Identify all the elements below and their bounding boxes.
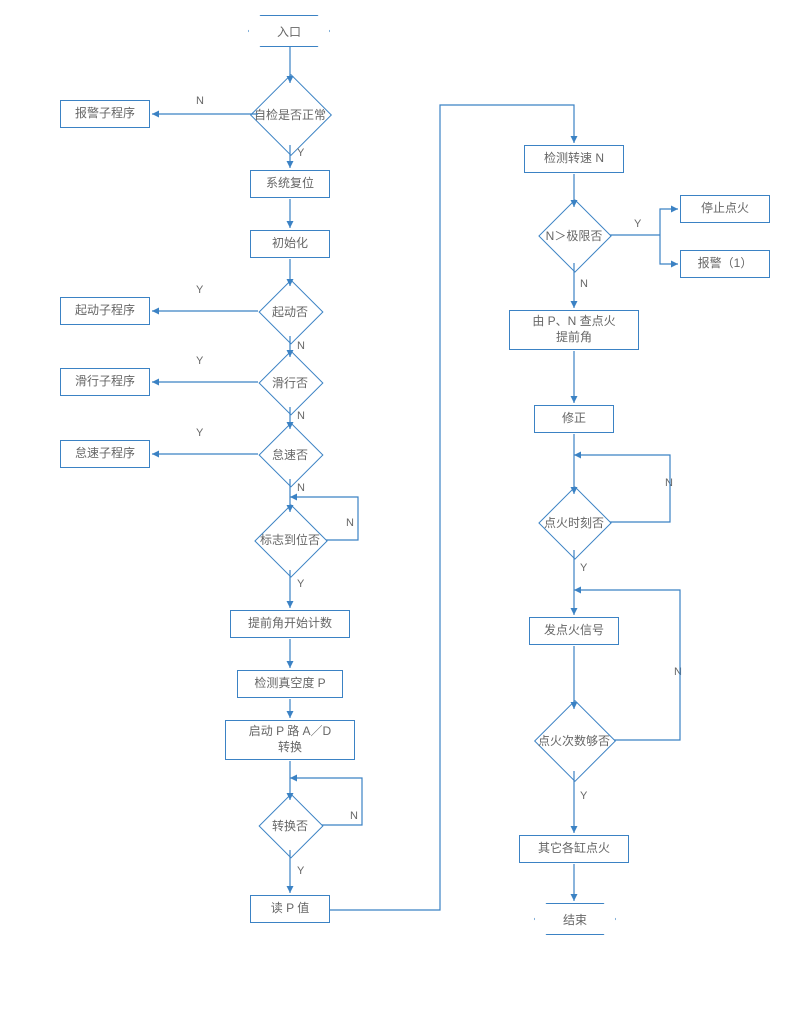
- slide-sub-label: 滑行子程序: [75, 374, 135, 390]
- diamond-idle: [258, 422, 323, 487]
- diamond-flag: [254, 504, 328, 578]
- flowchart-canvas: 入口 报警子程序 自检是否正常 系统复位 初始化 起动子程序 起动否 滑行子程序…: [0, 0, 800, 1034]
- box-system-reset: 系统复位: [250, 170, 330, 198]
- entry-label: 入口: [277, 23, 301, 40]
- box-init: 初始化: [250, 230, 330, 258]
- correction-label: 修正: [562, 411, 586, 427]
- diamond-slide: [258, 350, 323, 415]
- label-y-igntime: Y: [580, 562, 587, 574]
- box-start-sub: 起动子程序: [60, 297, 150, 325]
- diamond-ignition-time: [538, 486, 612, 560]
- box-stop-ignition: 停止点火: [680, 195, 770, 223]
- system-reset-label: 系统复位: [266, 176, 314, 192]
- box-slide-sub: 滑行子程序: [60, 368, 150, 396]
- label-n-nlimit: N: [580, 278, 588, 290]
- box-send-signal: 发点火信号: [529, 617, 619, 645]
- label-y-igncount: Y: [580, 790, 587, 802]
- diamond-n-limit: [538, 199, 612, 273]
- detect-n-label: 检测转速 N: [544, 151, 604, 167]
- label-y-start: Y: [196, 284, 203, 296]
- label-n-slide: N: [297, 410, 305, 422]
- label-n-flag: N: [346, 517, 354, 529]
- box-advance-count: 提前角开始计数: [230, 610, 350, 638]
- label-n-igncount: N: [674, 666, 682, 678]
- stop-ignition-label: 停止点火: [701, 201, 749, 217]
- alarm-1-label: 报警（1）: [698, 256, 753, 272]
- diamond-ignition-count: [534, 700, 616, 782]
- label-n-convert: N: [350, 810, 358, 822]
- pn-lookup-label: 由 P、N 查点火 提前角: [532, 314, 615, 345]
- box-alarm-1: 报警（1）: [680, 250, 770, 278]
- box-idle-sub: 怠速子程序: [60, 440, 150, 468]
- box-start-ad: 启动 P 路 A／D 转换: [225, 720, 355, 760]
- diamond-convert: [258, 793, 323, 858]
- label-n-igntime: N: [665, 477, 673, 489]
- box-other-cylinders: 其它各缸点火: [519, 835, 629, 863]
- alarm-sub-label: 报警子程序: [75, 106, 135, 122]
- start-ad-label: 启动 P 路 A／D 转换: [249, 724, 331, 755]
- idle-sub-label: 怠速子程序: [75, 446, 135, 462]
- label-y-selfcheck: Y: [297, 147, 304, 159]
- other-cylinders-label: 其它各缸点火: [538, 841, 610, 857]
- send-signal-label: 发点火信号: [544, 623, 604, 639]
- label-y-slide: Y: [196, 355, 203, 367]
- box-read-p: 读 P 值: [250, 895, 330, 923]
- end-label: 结束: [563, 911, 587, 928]
- box-pn-lookup: 由 P、N 查点火 提前角: [509, 310, 639, 350]
- diamond-start: [258, 279, 323, 344]
- box-correction: 修正: [534, 405, 614, 433]
- label-n-selfcheck: N: [196, 95, 204, 107]
- init-label: 初始化: [272, 236, 308, 252]
- detect-vacuum-label: 检测真空度 P: [254, 676, 325, 692]
- box-detect-vacuum: 检测真空度 P: [237, 670, 343, 698]
- label-n-start: N: [297, 340, 305, 352]
- start-sub-label: 起动子程序: [75, 303, 135, 319]
- hexagon-end: 结束: [534, 903, 616, 935]
- label-y-convert: Y: [297, 865, 304, 877]
- box-detect-n: 检测转速 N: [524, 145, 624, 173]
- hexagon-entry: 入口: [248, 15, 330, 47]
- label-n-idle: N: [297, 482, 305, 494]
- label-y-flag: Y: [297, 578, 304, 590]
- box-alarm-sub: 报警子程序: [60, 100, 150, 128]
- label-y-nlimit: Y: [634, 218, 641, 230]
- advance-count-label: 提前角开始计数: [248, 616, 332, 632]
- diamond-selfcheck: [250, 74, 332, 156]
- label-y-idle: Y: [196, 427, 203, 439]
- read-p-label: 读 P 值: [271, 901, 309, 917]
